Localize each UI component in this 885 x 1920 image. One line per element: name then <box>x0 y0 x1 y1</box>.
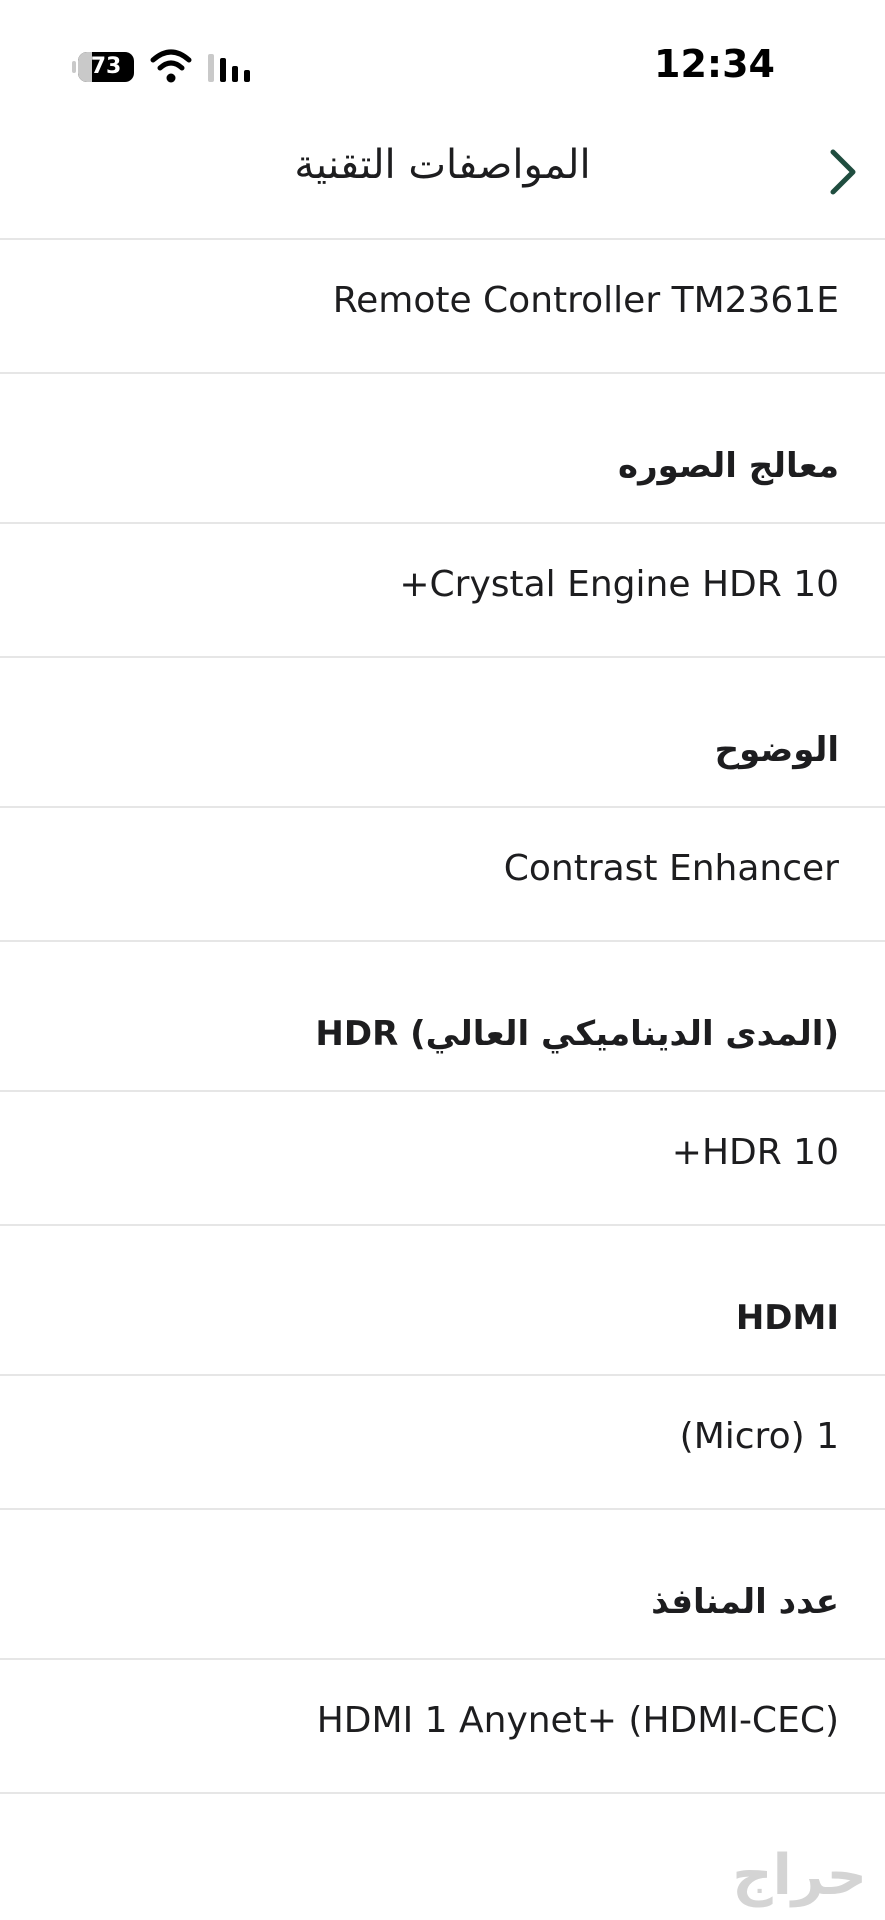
battery-icon: 73 <box>78 52 134 82</box>
spec-value-row-ports: HDMI 1 Anynet+ (HDMI-CEC) <box>0 1660 885 1794</box>
status-time: 12:34 <box>654 42 775 86</box>
page-header: المواصفات التقنية <box>0 120 885 240</box>
watermark-logo: حراج <box>732 1843 867 1908</box>
spec-value-row-clarity: Contrast Enhancer <box>0 808 885 942</box>
spec-value: Contrast Enhancer <box>503 848 839 889</box>
spec-page: 73 12:34 المواصفات التقنية Remote Contro… <box>0 0 885 1920</box>
wifi-icon <box>150 49 192 83</box>
spec-label-row-hdr: (المدى الديناميكي العالي) HDR <box>0 942 885 1092</box>
spec-label: (المدى الديناميكي العالي) HDR <box>315 1014 839 1054</box>
battery-nub <box>72 61 76 73</box>
status-bar: 73 12:34 <box>0 0 885 120</box>
spec-label-row-clarity: الوضوح <box>0 658 885 808</box>
spec-label: الوضوح <box>714 730 839 770</box>
spec-value-row-hdr: HDR 10+ <box>0 1092 885 1226</box>
page-title: المواصفات التقنية <box>294 142 591 188</box>
spec-label-row-ports: عدد المنافذ <box>0 1510 885 1660</box>
spec-list: Remote Controller TM2361E معالج الصوره C… <box>0 240 885 1794</box>
spec-value: HDR 10+ <box>671 1132 839 1173</box>
chevron-right-icon[interactable] <box>823 146 863 198</box>
spec-value-row-processor: Crystal Engine HDR 10+ <box>0 524 885 658</box>
spec-value: HDMI 1 Anynet+ (HDMI-CEC) <box>316 1700 839 1741</box>
spec-value-row-remote: Remote Controller TM2361E <box>0 240 885 374</box>
spec-label-row-hdmi: HDMI <box>0 1226 885 1376</box>
spec-label: عدد المنافذ <box>651 1582 839 1622</box>
spec-label: معالج الصوره <box>618 446 839 486</box>
spec-label-row-processor: معالج الصوره <box>0 374 885 524</box>
spec-value-row-hdmi: 1 (Micro) <box>0 1376 885 1510</box>
spec-value: Remote Controller TM2361E <box>332 280 839 321</box>
battery-level: 73 <box>90 54 122 79</box>
spec-value: Crystal Engine HDR 10+ <box>399 564 839 605</box>
spec-value: 1 (Micro) <box>679 1416 839 1457</box>
spec-label: HDMI <box>735 1298 839 1338</box>
cellular-signal-icon <box>208 54 250 82</box>
